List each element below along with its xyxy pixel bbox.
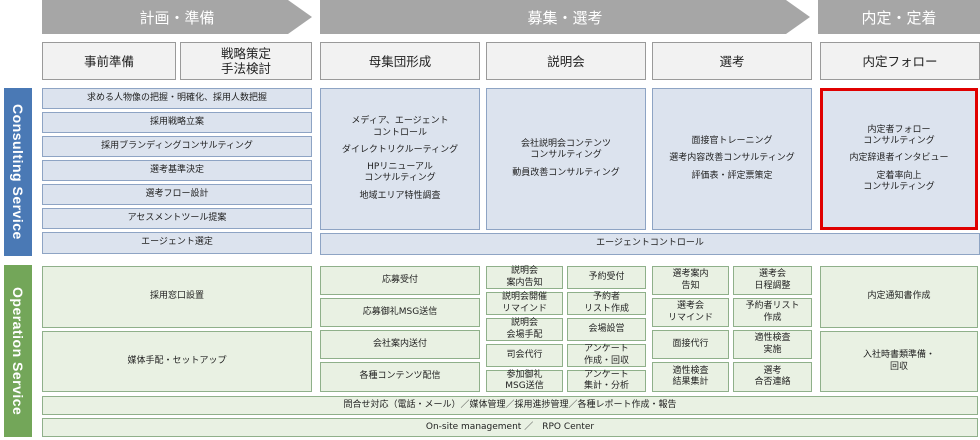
operation-item: 選考案内 告知 bbox=[652, 266, 729, 295]
operation-item: 入社時書類準備・ 回収 bbox=[820, 331, 978, 392]
column-header-follow: 内定フォロー bbox=[820, 42, 980, 80]
consulting-item: 採用ブランディングコンサルティング bbox=[42, 136, 312, 157]
consulting-item: 地域エリア特性調査 bbox=[359, 190, 441, 201]
operation-item: 会場設営 bbox=[567, 318, 646, 341]
operation-item: 適性検査 実施 bbox=[733, 330, 812, 359]
consulting-item: 選考内容改善コンサルティング bbox=[669, 153, 795, 164]
consulting-item: 定着率向上 コンサルティング bbox=[863, 170, 935, 192]
phase-label: 募集・選考 bbox=[527, 8, 603, 27]
operation-item: 各種コンテンツ配信 bbox=[320, 362, 480, 392]
operation-item: 会社案内送付 bbox=[320, 330, 480, 359]
phase-arrow-offer: 内定・定着 bbox=[818, 0, 980, 34]
consulting-item: HPリニューアル コンサルティング bbox=[364, 162, 436, 184]
column-header-population: 母集団形成 bbox=[320, 42, 480, 80]
column-header-strategy: 戦略策定 手法検討 bbox=[180, 42, 312, 80]
column-header-seminar: 説明会 bbox=[486, 42, 646, 80]
consulting-item: 選考基準決定 bbox=[42, 160, 312, 181]
consulting-item: 会社説明会コンテンツ コンサルティング bbox=[520, 139, 611, 161]
consulting-item: 面接官トレーニング bbox=[691, 136, 773, 147]
operation-item: 媒体手配・セットアップ bbox=[42, 331, 312, 392]
column-header-prep: 事前準備 bbox=[42, 42, 176, 80]
operation-item: 内定通知書作成 bbox=[820, 266, 978, 328]
consulting-service-label: Consulting Service bbox=[4, 88, 32, 256]
consulting-item: 内定辞退者インタビュー bbox=[849, 153, 949, 164]
operation-item: アンケート 作成・回収 bbox=[567, 344, 646, 367]
operation-item: 予約者リスト 作成 bbox=[733, 298, 812, 327]
consulting-item: 内定者フォロー コンサルティング bbox=[863, 124, 935, 147]
operation-item: アンケート 集計・分析 bbox=[567, 370, 646, 392]
agent-control-bar: エージェントコントロール bbox=[320, 233, 980, 255]
consulting-item: 評価表・評定票策定 bbox=[691, 170, 773, 181]
consulting-item: 採用戦略立案 bbox=[42, 112, 312, 133]
onsite-management-row: On-site management ／ RPO Center bbox=[42, 418, 978, 437]
operation-item: 予約者 リスト作成 bbox=[567, 292, 646, 315]
consulting-item: 選考フロー設計 bbox=[42, 184, 312, 205]
consulting-item: アセスメントツール提案 bbox=[42, 208, 312, 229]
operation-item: 応募受付 bbox=[320, 266, 480, 295]
operation-item: 予約受付 bbox=[567, 266, 646, 289]
common-operations-row: 問合せ対応（電話・メール）／媒体管理／採用進捗管理／各種レポート作成・報告 bbox=[42, 396, 978, 415]
operation-service-label: Operation Service bbox=[4, 265, 32, 437]
operation-item: 選考会 日程調整 bbox=[733, 266, 812, 295]
consulting-item: エージェント選定 bbox=[42, 232, 312, 254]
phase-arrow-recruiting: 募集・選考 bbox=[320, 0, 810, 34]
operation-item: 司会代行 bbox=[486, 344, 563, 367]
consulting-seminar-box: 会社説明会コンテンツ コンサルティング 動員改善コンサルティング bbox=[486, 88, 646, 230]
consulting-population-box: メディア、エージェント コントロール ダイレクトリクルーティング HPリニューア… bbox=[320, 88, 480, 230]
operation-item: 選考 合否連絡 bbox=[733, 362, 812, 392]
consulting-item: ダイレクトリクルーティング bbox=[341, 144, 459, 155]
consulting-item: 求める人物像の把握・明確化、採用人数把握 bbox=[42, 88, 312, 109]
phase-arrow-planning: 計画・準備 bbox=[42, 0, 312, 34]
operation-item: 適性検査 結果集計 bbox=[652, 362, 729, 392]
operation-item: 説明会 会場手配 bbox=[486, 318, 563, 341]
operation-item: 参加御礼 MSG送信 bbox=[486, 370, 563, 392]
consulting-item: 動員改善コンサルティング bbox=[512, 167, 620, 178]
operation-item: 応募御礼MSG送信 bbox=[320, 298, 480, 327]
operation-item: 面接代行 bbox=[652, 330, 729, 359]
consulting-selection-box: 面接官トレーニング 選考内容改善コンサルティング 評価表・評定票策定 bbox=[652, 88, 812, 230]
phase-label: 計画・準備 bbox=[139, 8, 215, 27]
operation-item: 説明会 案内告知 bbox=[486, 266, 563, 289]
phase-label: 内定・定着 bbox=[861, 8, 937, 27]
operation-item: 採用窓口設置 bbox=[42, 266, 312, 328]
consulting-follow-box-highlighted: 内定者フォロー コンサルティング 内定辞退者インタビュー 定着率向上 コンサルテ… bbox=[820, 88, 978, 230]
operation-item: 説明会開催 リマインド bbox=[486, 292, 563, 315]
consulting-item: メディア、エージェント コントロール bbox=[351, 116, 449, 138]
operation-item: 選考会 リマインド bbox=[652, 298, 729, 327]
column-header-selection: 選考 bbox=[652, 42, 812, 80]
